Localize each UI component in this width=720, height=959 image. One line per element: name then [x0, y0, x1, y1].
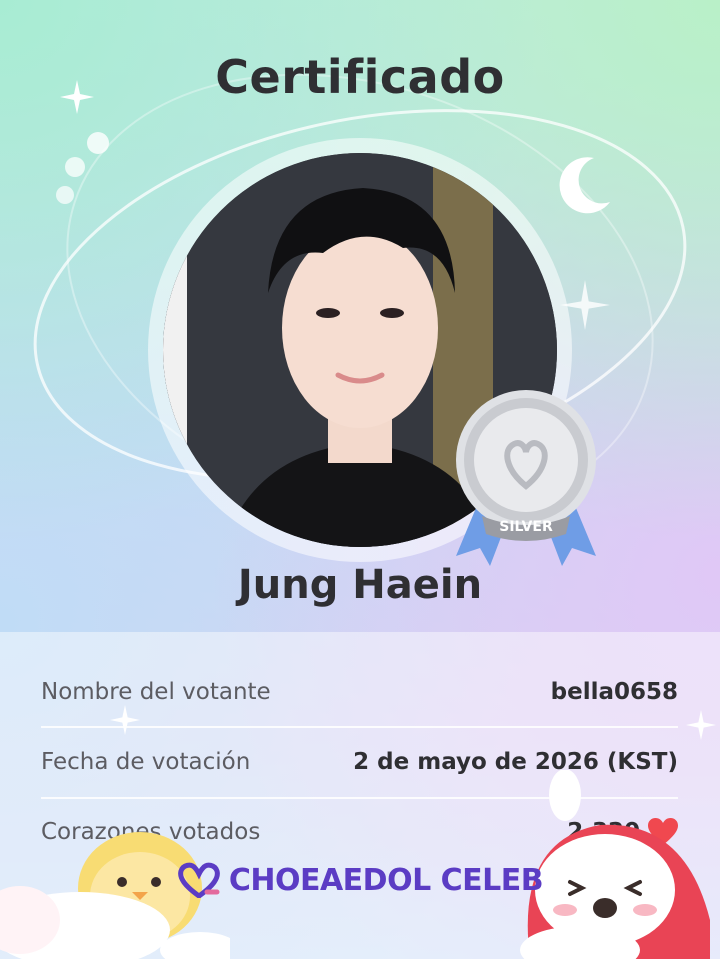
brand-logo: CHOEAEDOL CELEB — [0, 862, 720, 898]
celebrity-name: Jung Haein — [237, 562, 483, 608]
certificate-title: Certificado — [215, 50, 505, 104]
silver-medal-icon: SILVER — [456, 390, 596, 566]
vote-date-label: Fecha de votación — [41, 749, 251, 775]
brand-name: CHOEAEDOL CELEB — [228, 862, 544, 898]
badge-tier-label: SILVER — [499, 519, 553, 535]
voter-name-label: Nombre del votante — [41, 679, 271, 705]
detail-row-voter: Nombre del votante bella0658 — [41, 657, 678, 727]
heart-logo-icon — [177, 862, 220, 898]
moon-icon — [559, 157, 610, 214]
voter-name-value: bella0658 — [550, 679, 678, 705]
